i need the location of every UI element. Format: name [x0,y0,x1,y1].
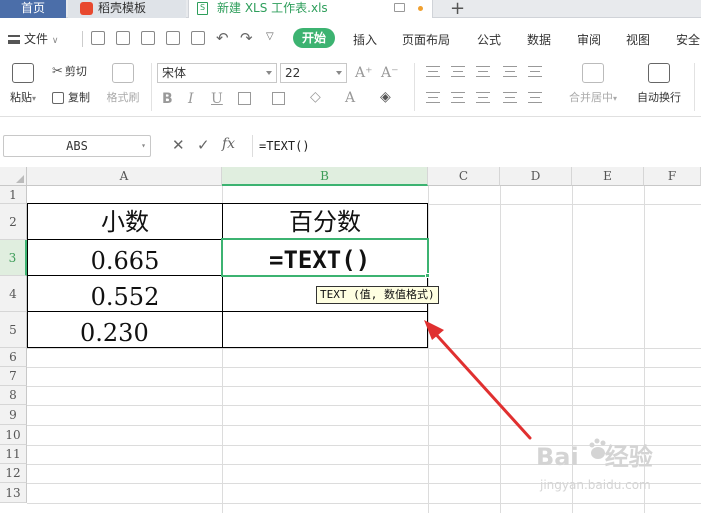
baidu-paw-icon [589,438,606,459]
watermark-brand: Bai [536,443,579,471]
watermark-url: jingyan.baidu.com [540,478,651,492]
watermark-brand-suffix: 经验 [604,443,653,471]
